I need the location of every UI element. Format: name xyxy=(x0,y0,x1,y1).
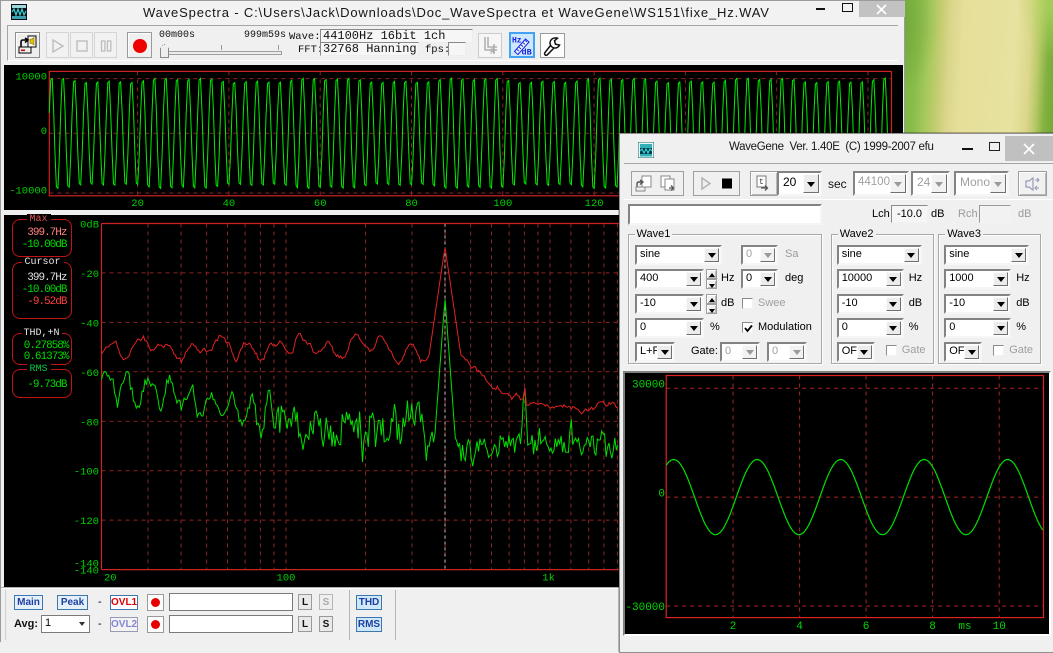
svg-text:20: 20 xyxy=(131,198,144,210)
svg-text:1k: 1k xyxy=(542,573,555,585)
svg-text:-20: -20 xyxy=(80,269,99,281)
svg-text:10: 10 xyxy=(993,621,1006,633)
svg-text:60: 60 xyxy=(314,198,327,210)
svg-text:R: R xyxy=(490,48,495,56)
svg-text:20: 20 xyxy=(104,573,117,585)
svg-text:8: 8 xyxy=(929,621,936,633)
svg-text:-30000: -30000 xyxy=(625,602,665,614)
svg-text:-100: -100 xyxy=(74,467,99,479)
svg-text:0dB: 0dB xyxy=(80,220,99,232)
svg-text:100: 100 xyxy=(493,198,512,210)
svg-text:t: t xyxy=(759,178,764,187)
svg-text:4: 4 xyxy=(796,621,803,633)
svg-text:120: 120 xyxy=(585,198,604,210)
svg-text:0: 0 xyxy=(41,126,47,138)
svg-text:30000: 30000 xyxy=(632,380,665,392)
svg-text:10000: 10000 xyxy=(15,72,47,84)
svg-text:ms: ms xyxy=(958,621,971,633)
svg-text:6: 6 xyxy=(863,621,870,633)
svg-text:80: 80 xyxy=(405,198,418,210)
svg-text:dB: dB xyxy=(522,48,532,56)
svg-text:-40: -40 xyxy=(80,318,99,330)
svg-text:-80: -80 xyxy=(80,417,99,429)
svg-text:100: 100 xyxy=(277,573,296,585)
svg-text:2: 2 xyxy=(730,621,737,633)
svg-text:40: 40 xyxy=(223,198,236,210)
svg-text:-60: -60 xyxy=(80,368,99,380)
svg-text:-10000: -10000 xyxy=(9,186,47,198)
svg-text:-120: -120 xyxy=(74,516,99,528)
svg-text:-140: -140 xyxy=(74,559,99,571)
svg-text:0: 0 xyxy=(658,489,665,501)
